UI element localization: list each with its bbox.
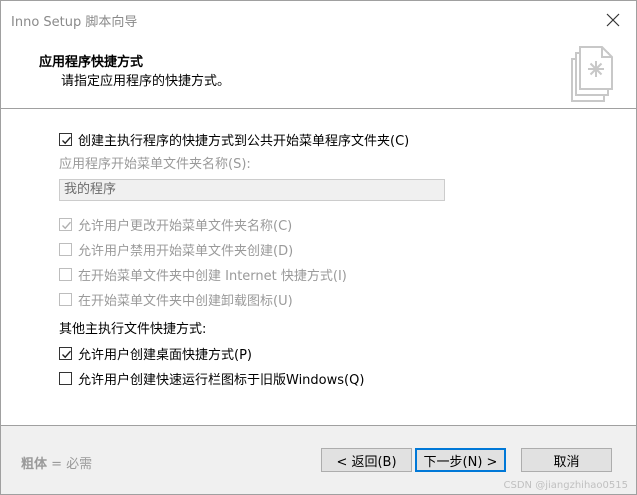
allow-disable-folder-label: 允许用户禁用开始菜单文件夹创建(D) xyxy=(78,243,294,259)
create-public-start-menu-checkbox[interactable] xyxy=(59,132,72,146)
back-button[interactable]: < 返回(B) xyxy=(321,448,412,472)
allow-disable-folder-checkbox[interactable] xyxy=(59,242,72,256)
allow-change-folder-checkbox[interactable] xyxy=(59,217,72,231)
next-button[interactable]: 下一步(N) > xyxy=(415,448,506,472)
wizard-content: 创建主执行程序的快捷方式到公共开始菜单程序文件夹(C) 应用程序开始菜单文件夹名… xyxy=(1,109,636,425)
desktop-shortcut-option[interactable]: 允许用户创建桌面快捷方式(P) xyxy=(59,344,252,363)
internet-shortcut-label: 在开始菜单文件夹中创建 Internet 快捷方式(I) xyxy=(78,268,347,284)
title-bar: Inno Setup 脚本向导 xyxy=(1,1,636,39)
allow-disable-folder-option[interactable]: 允许用户禁用开始菜单文件夹创建(D) xyxy=(59,240,294,259)
create-public-start-menu-label: 创建主执行程序的快捷方式到公共开始菜单程序文件夹(C) xyxy=(78,133,410,149)
folder-name-label: 应用程序开始菜单文件夹名称(S): xyxy=(59,157,251,172)
wizard-window: Inno Setup 脚本向导 应用程序快捷方式 请指定应用程序的快捷方式。 创… xyxy=(0,0,637,495)
allow-change-folder-label: 允许用户更改开始菜单文件夹名称(C) xyxy=(78,218,293,234)
internet-shortcut-option[interactable]: 在开始菜单文件夹中创建 Internet 快捷方式(I) xyxy=(59,265,347,284)
legend-rest-text: = 必需 xyxy=(47,457,93,472)
wizard-header: 应用程序快捷方式 请指定应用程序的快捷方式。 xyxy=(1,39,636,108)
desktop-shortcut-checkbox[interactable] xyxy=(59,346,72,360)
watermark: CSDN @jiangzhihao0515 xyxy=(503,480,628,491)
uninstall-icon-checkbox[interactable] xyxy=(59,292,72,306)
folder-name-input[interactable]: 我的程序 xyxy=(59,179,445,201)
cancel-button[interactable]: 取消 xyxy=(521,448,612,472)
wizard-footer: 粗体 = 必需 < 返回(B) 下一步(N) > 取消 CSDN @jiangz… xyxy=(1,426,636,494)
checkmark-icon xyxy=(62,350,72,358)
create-public-start-menu-option[interactable]: 创建主执行程序的快捷方式到公共开始菜单程序文件夹(C) xyxy=(59,130,410,149)
quicklaunch-shortcut-option[interactable]: 允许用户创建快速运行栏图标于旧版Windows(Q) xyxy=(59,369,365,388)
checkmark-icon xyxy=(62,136,72,144)
page-title: 应用程序快捷方式 xyxy=(39,55,144,70)
quicklaunch-shortcut-checkbox[interactable] xyxy=(59,371,72,385)
close-button[interactable] xyxy=(590,1,636,39)
page-subtitle: 请指定应用程序的快捷方式。 xyxy=(61,74,231,89)
required-legend: 粗体 = 必需 xyxy=(21,453,92,472)
allow-change-folder-option[interactable]: 允许用户更改开始菜单文件夹名称(C) xyxy=(59,215,293,234)
quicklaunch-shortcut-label: 允许用户创建快速运行栏图标于旧版Windows(Q) xyxy=(78,372,365,388)
internet-shortcut-checkbox[interactable] xyxy=(59,267,72,281)
uninstall-icon-option[interactable]: 在开始菜单文件夹中创建卸载图标(U) xyxy=(59,290,293,309)
other-shortcuts-label: 其他主执行文件快捷方式: xyxy=(59,322,207,337)
window-title: Inno Setup 脚本向导 xyxy=(11,15,138,30)
legend-bold-text: 粗体 xyxy=(21,457,48,472)
wizard-document-icon xyxy=(571,46,613,102)
checkmark-icon xyxy=(62,221,72,229)
uninstall-icon-label: 在开始菜单文件夹中创建卸载图标(U) xyxy=(78,293,293,309)
close-icon xyxy=(606,13,620,27)
desktop-shortcut-label: 允许用户创建桌面快捷方式(P) xyxy=(78,347,252,363)
